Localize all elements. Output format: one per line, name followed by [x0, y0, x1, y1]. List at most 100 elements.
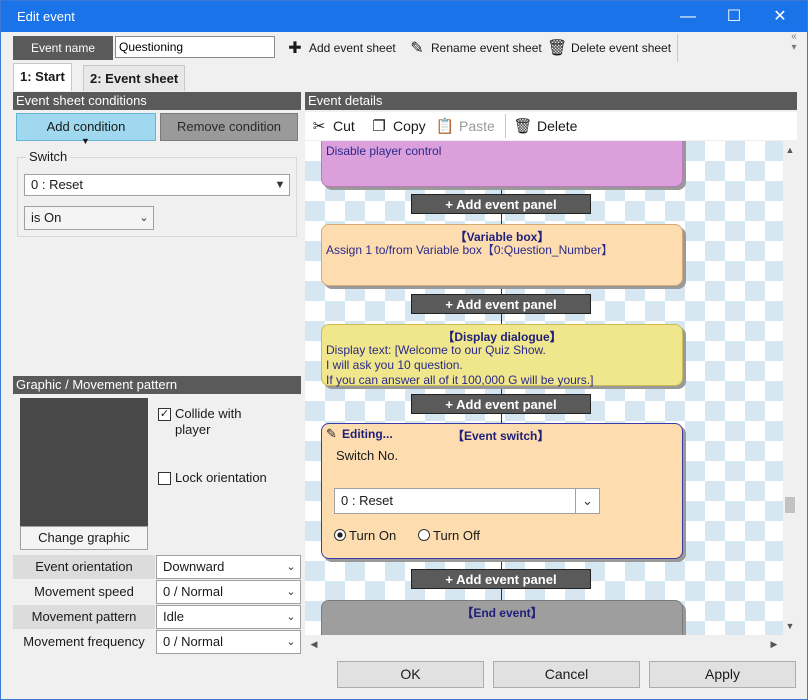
- event-toolbar: Event name ✚ Add event sheet ✎ Rename even…: [9, 34, 799, 62]
- copy-label: Copy: [393, 118, 426, 134]
- edit-event-window: Edit event — ☐ ✕ Event name ✚ Add event s…: [0, 0, 808, 700]
- event-details-header: Event details: [305, 92, 797, 110]
- switch-state-select[interactable]: is On ⌄: [24, 206, 154, 230]
- turn-off-radio[interactable]: Turn Off: [418, 528, 480, 543]
- pencil-icon: ✎: [326, 426, 337, 441]
- switch-number-value: 0 : Reset: [341, 493, 394, 508]
- rename-event-sheet-button[interactable]: ✎ Rename event sheet: [407, 36, 542, 60]
- plus-icon: ✚: [288, 39, 302, 57]
- add-condition-button[interactable]: Add condition ▼: [16, 113, 156, 146]
- horizontal-scrollbar[interactable]: ◀ ▶: [305, 637, 783, 651]
- add-event-sheet-button[interactable]: ✚ Add event sheet: [285, 36, 395, 60]
- graphic-header: Graphic / Movement pattern: [13, 376, 301, 394]
- trash-icon: 🗑: [547, 39, 568, 57]
- editing-label: Editing...: [342, 427, 393, 441]
- minimize-button[interactable]: —: [665, 1, 711, 32]
- switch-select[interactable]: 0 : Reset ▼: [24, 174, 290, 196]
- add-event-panel-button[interactable]: + Add event panel: [411, 569, 591, 589]
- scroll-left-icon[interactable]: ◀: [307, 637, 321, 651]
- add-event-panel-button[interactable]: + Add event panel: [411, 194, 591, 214]
- switch-state-value: is On: [31, 210, 62, 225]
- toolbar-overflow-chevron-icon[interactable]: «▾: [783, 31, 805, 63]
- prop-row-pattern: Movement pattern Idle ⌄: [13, 605, 301, 629]
- cancel-button[interactable]: Cancel: [493, 661, 640, 688]
- movement-speed-select[interactable]: 0 / Normal ⌄: [156, 580, 301, 604]
- copy-icon: ❐: [372, 118, 386, 135]
- delete-event-sheet-button[interactable]: 🗑 Delete event sheet: [547, 36, 671, 60]
- panel-body: Display text: [Welcome to our Quiz Show.…: [326, 343, 594, 387]
- turn-on-radio[interactable]: Turn On: [334, 528, 396, 543]
- add-event-panel-button[interactable]: + Add event panel: [411, 294, 591, 314]
- scrollbar-thumb[interactable]: [785, 497, 795, 513]
- cut-button[interactable]: ✂ Cut: [309, 116, 355, 137]
- event-name-input[interactable]: [115, 36, 275, 58]
- movement-frequency-select[interactable]: 0 / Normal ⌄: [156, 630, 301, 654]
- event-panel-event-switch[interactable]: ✎ Editing... 【Event switch】 Switch No. 0…: [321, 423, 683, 559]
- chevron-down-icon: ⌄: [575, 489, 599, 513]
- movement-pattern-select[interactable]: Idle ⌄: [156, 605, 301, 629]
- chevron-down-icon: ▼: [274, 179, 286, 191]
- movement-frequency-value: 0 / Normal: [163, 634, 223, 649]
- chevron-down-icon: ⌄: [286, 561, 296, 573]
- lock-orientation-checkbox[interactable]: [158, 472, 171, 485]
- turn-on-label: Turn On: [349, 528, 397, 543]
- event-flow-canvas[interactable]: Disable player control + Add event panel…: [305, 141, 783, 635]
- event-panel-display-dialogue[interactable]: 【Display dialogue】 Display text: [Welcom…: [321, 324, 683, 387]
- panel-title: 【Event switch】: [452, 429, 550, 443]
- event-orientation-select[interactable]: Downward ⌄: [156, 555, 301, 579]
- maximize-button[interactable]: ☐: [711, 1, 757, 32]
- change-graphic-button[interactable]: Change graphic: [20, 526, 148, 550]
- tab-event-sheet[interactable]: 2: Event sheet: [83, 65, 186, 91]
- movement-speed-value: 0 / Normal: [163, 584, 223, 599]
- conditions-header: Event sheet conditions: [13, 92, 301, 110]
- cut-label: Cut: [333, 118, 355, 134]
- switch-number-select[interactable]: 0 : Reset ⌄: [334, 488, 600, 514]
- dropdown-arrow-icon: ▼: [81, 136, 90, 146]
- event-panel-variable-box[interactable]: 【Variable box】 Assign 1 to/from Variable…: [321, 224, 683, 286]
- copy-button[interactable]: ❐ Copy: [369, 116, 426, 137]
- close-button[interactable]: ✕: [757, 1, 803, 32]
- pencil-icon: ✎: [410, 39, 424, 57]
- event-panel-disable-control[interactable]: Disable player control: [321, 141, 683, 187]
- scissors-icon: ✂: [312, 118, 326, 135]
- graphic-panel: Change graphic ✓ Collide with player Loc…: [13, 394, 301, 554]
- panel-body: Disable player control: [326, 144, 442, 158]
- scroll-right-icon[interactable]: ▶: [767, 637, 781, 651]
- radio-selected-icon: [334, 529, 346, 541]
- prop-row-orientation: Event orientation Downward ⌄: [13, 555, 301, 579]
- collide-checkbox[interactable]: ✓: [158, 408, 171, 421]
- delete-label: Delete: [537, 118, 578, 134]
- paste-button[interactable]: 📋 Paste: [435, 116, 495, 137]
- vertical-scrollbar[interactable]: ▲ ▼: [783, 141, 797, 635]
- event-details-toolbar: ✂ Cut ❐ Copy 📋 Paste 🗑 Delete: [305, 112, 797, 140]
- rename-event-sheet-label: Rename event sheet: [431, 41, 542, 55]
- scroll-down-icon[interactable]: ▼: [783, 619, 797, 633]
- lock-orientation-label: Lock orientation: [175, 470, 267, 485]
- apply-button[interactable]: Apply: [649, 661, 796, 688]
- switch-group: Switch 0 : Reset ▼ is On ⌄: [17, 149, 297, 237]
- scroll-up-icon[interactable]: ▲: [783, 143, 797, 157]
- event-name-label: Event name: [13, 36, 113, 60]
- switch-group-title: Switch: [26, 149, 71, 164]
- tab-start[interactable]: 1: Start: [13, 63, 72, 91]
- movement-pattern-label: Movement pattern: [13, 605, 155, 629]
- radio-empty-icon: [418, 529, 430, 541]
- add-event-panel-button[interactable]: + Add event panel: [411, 394, 591, 414]
- panel-body: Assign 1 to/from Variable box【0:Question…: [326, 243, 614, 257]
- graphic-preview[interactable]: [20, 398, 148, 526]
- ok-button[interactable]: OK: [337, 661, 484, 688]
- movement-speed-label: Movement speed: [13, 580, 155, 604]
- turn-off-label: Turn Off: [433, 528, 480, 543]
- remove-condition-button[interactable]: Remove condition: [160, 113, 298, 141]
- trash-icon: 🗑: [513, 118, 533, 135]
- clipboard-icon: 📋: [435, 118, 455, 135]
- prop-row-speed: Movement speed 0 / Normal ⌄: [13, 580, 301, 604]
- movement-frequency-label: Movement frequency: [13, 630, 155, 654]
- delete-event-sheet-label: Delete event sheet: [571, 41, 672, 55]
- delete-button[interactable]: 🗑 Delete: [513, 116, 577, 137]
- chevron-down-icon: ⌄: [286, 586, 296, 598]
- details-toolbar-divider: [505, 114, 506, 138]
- switch-no-label: Switch No.: [336, 448, 399, 463]
- event-panel-end-event[interactable]: 【End event】: [321, 600, 683, 635]
- conditions-panel: Add condition ▼ Remove condition Switch …: [13, 109, 301, 377]
